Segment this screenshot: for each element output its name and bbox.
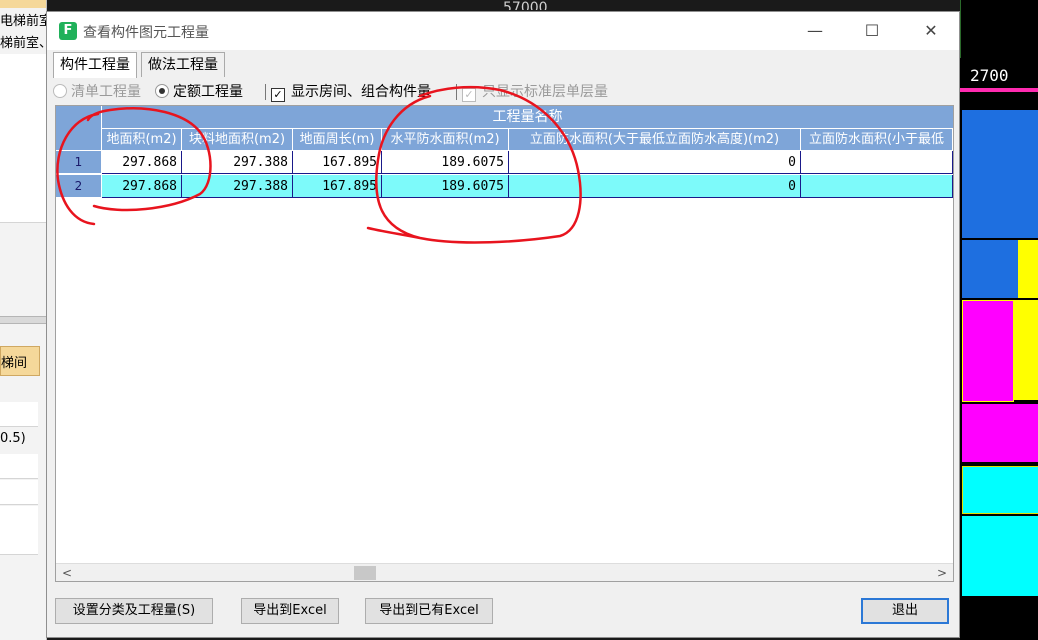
column-header-floor-perimeter[interactable]: 地面周长(m): [293, 129, 382, 150]
settings-button[interactable]: 设置分类及工程量(S): [55, 598, 213, 624]
table-cell[interactable]: 297.388: [182, 175, 293, 198]
background-row-label: 梯前室、: [0, 36, 46, 51]
background-row: [0, 54, 46, 79]
checkbox-show-room-combo[interactable]: ✓ 显示房间、组合构件量: [271, 82, 431, 102]
background-row: [0, 198, 46, 223]
quantity-table: 工程量名称 地面积(m2) 块料地面积(m2) 地面周长(m) 水平防水面积(m…: [55, 105, 954, 582]
background-header-strip: [0, 0, 46, 8]
cad-cyan-room: [962, 516, 1038, 596]
table-cell[interactable]: 167.895: [293, 151, 382, 174]
export-existing-excel-button[interactable]: 导出到已有Excel: [365, 598, 493, 624]
scroll-right-icon[interactable]: >: [935, 564, 949, 581]
exit-button[interactable]: 退出: [861, 598, 949, 624]
cad-dimension-top: 57000: [503, 0, 548, 10]
checkbox-standard-floor-only[interactable]: ✓ 只显示标准层单层量: [462, 82, 608, 102]
table-cell[interactable]: 297.388: [182, 151, 293, 174]
cad-magenta-room: [962, 300, 1014, 402]
table-group-header: 工程量名称: [102, 106, 953, 129]
horizontal-scrollbar[interactable]: < >: [56, 563, 953, 581]
quantity-dialog: F 查看构件图元工程量 — ☐ ✕ 构件工程量 做法工程量 清单工程量 定额工程…: [46, 11, 960, 638]
table-cell[interactable]: 189.6075: [382, 151, 509, 174]
cad-magenta-room: [962, 404, 1038, 462]
cad-yellow-room: [1018, 240, 1038, 298]
background-row: [0, 506, 38, 531]
tab-method-quantity[interactable]: 做法工程量: [141, 52, 225, 77]
checkbox-show-room-combo-label: 显示房间、组合构件量: [291, 84, 431, 100]
table-cell[interactable]: 297.868: [102, 175, 182, 198]
background-row: [0, 150, 46, 175]
cad-yellow-room: [1014, 300, 1038, 400]
column-header-vertical-waterproof-above[interactable]: 立面防水面积(大于最低立面防水高度)(m2): [509, 129, 801, 150]
background-cell-value: 0.5): [0, 431, 26, 446]
background-row: [0, 402, 38, 427]
background-app-panel: 电梯前室 梯前室、 梯间 0.5): [0, 0, 47, 640]
table-cell[interactable]: [801, 175, 953, 198]
radio-quota-quantity-label: 定额工程量: [173, 84, 243, 100]
cad-grid: [960, 0, 1038, 58]
radio-bill-quantity-label: 清单工程量: [71, 84, 141, 100]
column-header-horizontal-waterproof-area[interactable]: 水平防水面积(m2): [382, 129, 509, 150]
radio-bill-quantity[interactable]: 清单工程量: [53, 82, 141, 102]
checkbox-standard-floor-only-label: 只显示标准层单层量: [482, 84, 608, 100]
background-row: [0, 126, 46, 151]
cad-blue-room: [962, 240, 1018, 298]
column-header-vertical-waterproof-below[interactable]: 立面防水面积(小于最低: [801, 129, 953, 150]
table-cell[interactable]: 0: [509, 175, 801, 198]
row-index[interactable]: 1: [56, 151, 101, 174]
background-row: [0, 78, 46, 103]
maximize-button[interactable]: ☐: [852, 18, 892, 44]
column-header-tile-floor-area[interactable]: 块料地面积(m2): [182, 129, 293, 150]
close-button[interactable]: ✕: [911, 18, 951, 44]
option-separator: [456, 84, 457, 100]
cad-blue-room: [962, 110, 1038, 238]
scroll-left-icon[interactable]: <: [60, 564, 74, 581]
radio-quota-quantity[interactable]: 定额工程量: [155, 82, 243, 102]
cad-dimension-label: 2700: [970, 66, 1009, 85]
export-excel-button[interactable]: 导出到Excel: [241, 598, 339, 624]
cad-cyan-room: [962, 466, 1038, 514]
background-column-header: 梯间: [0, 346, 40, 376]
cad-drawing-area: [960, 0, 1038, 640]
dialog-title: 查看构件图元工程量: [83, 25, 209, 41]
scroll-thumb[interactable]: [354, 566, 376, 580]
table-cell[interactable]: 167.895: [293, 175, 382, 198]
radio-circle-icon: [53, 84, 67, 98]
table-cell[interactable]: 189.6075: [382, 175, 509, 198]
app-logo-icon: F: [59, 22, 77, 40]
background-row: [0, 480, 38, 505]
options-row: 清单工程量 定额工程量 ✓ 显示房间、组合构件量 ✓ 只显示标准层单层量: [53, 82, 953, 102]
row-index[interactable]: 2: [56, 175, 101, 198]
background-row-label: 电梯前室: [0, 14, 46, 29]
option-separator: [265, 84, 266, 100]
table-corner: [56, 106, 102, 150]
table-cell[interactable]: 0: [509, 151, 801, 174]
background-row: [0, 530, 38, 555]
background-row: [0, 174, 46, 199]
radio-selected-icon: [155, 84, 169, 98]
column-header-floor-area[interactable]: 地面积(m2): [102, 129, 182, 150]
background-splitter: [0, 316, 46, 324]
background-row: [0, 454, 38, 479]
table-cell[interactable]: 297.868: [102, 151, 182, 174]
background-column-label: 梯间: [1, 356, 28, 371]
cad-magenta-line: [960, 88, 1038, 92]
checkbox-checked-icon: ✓: [271, 88, 285, 102]
tab-component-quantity[interactable]: 构件工程量: [53, 52, 137, 78]
table-cell[interactable]: [801, 151, 953, 174]
minimize-button[interactable]: —: [795, 18, 835, 44]
background-row: [0, 102, 46, 127]
title-bar[interactable]: F 查看构件图元工程量 — ☐ ✕: [47, 12, 959, 50]
checkbox-checked-icon: ✓: [462, 88, 476, 102]
